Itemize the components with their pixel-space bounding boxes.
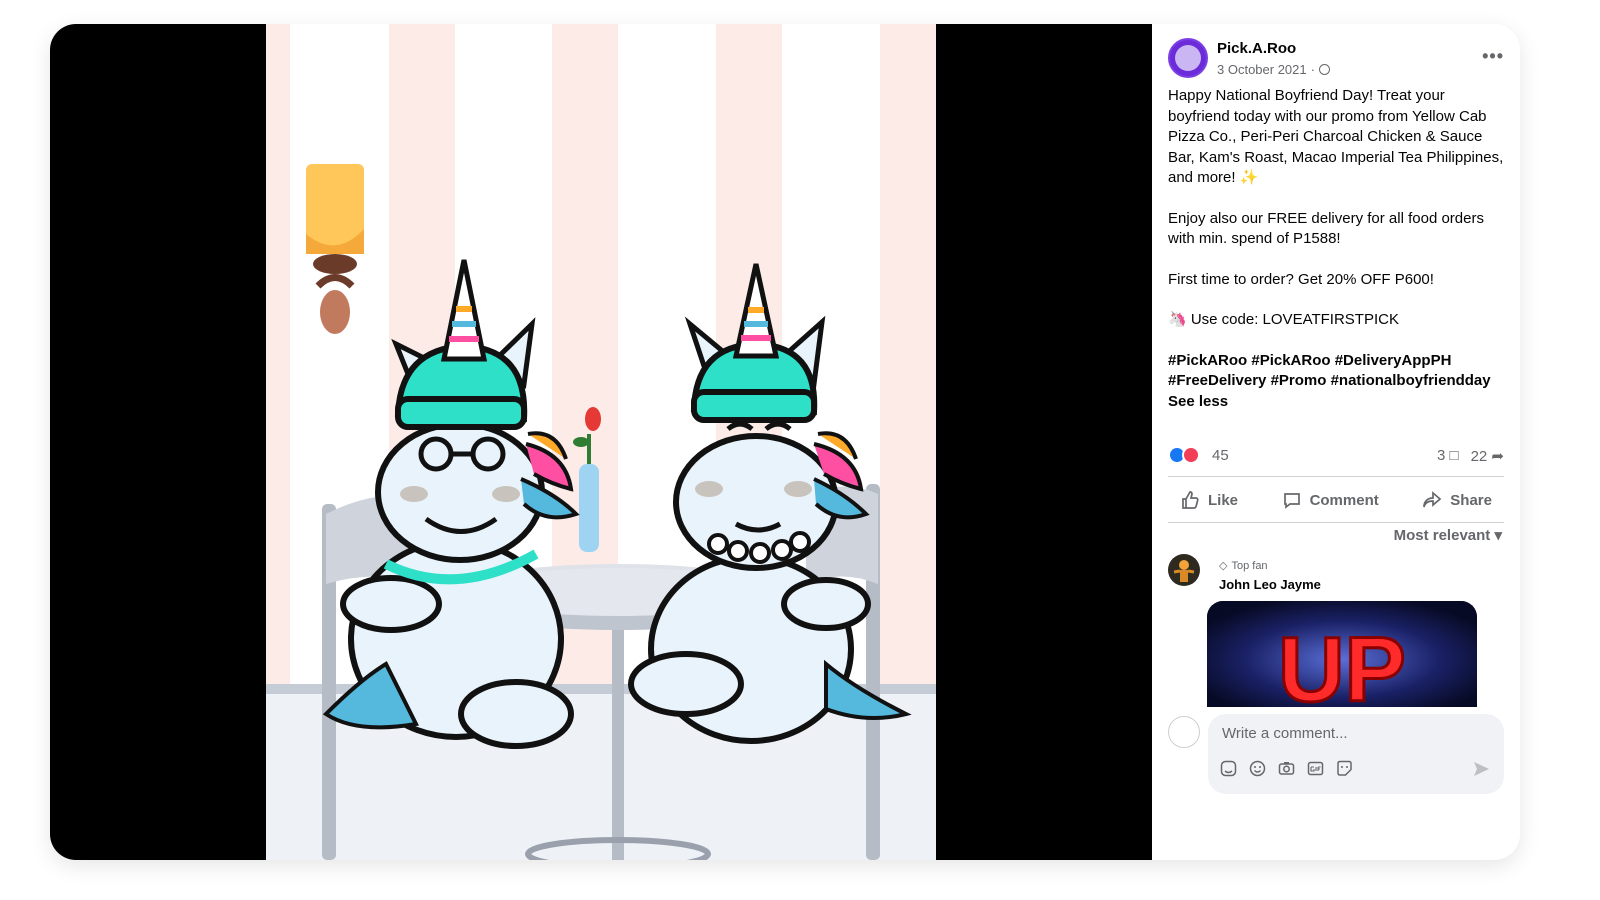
composer-tools	[1220, 760, 1353, 777]
top-fan-badge[interactable]: ◇ Top fan	[1219, 559, 1268, 573]
gif-text: UP	[1278, 619, 1406, 707]
post-paragraph: First time to order? Get 20% OFF P600!	[1168, 270, 1434, 288]
commenter-name[interactable]: John Leo Jayme	[1219, 577, 1321, 592]
share-label: Share	[1450, 491, 1492, 509]
comment-bubble-icon: □	[1449, 447, 1459, 464]
avatar-sticker-icon[interactable]	[1220, 760, 1237, 777]
caret-down-icon: ▾	[1494, 527, 1502, 544]
top-fan-label: Top fan	[1231, 559, 1268, 572]
diamond-icon: ◇	[1219, 560, 1228, 572]
comment-count-value: 3	[1436, 447, 1446, 464]
hashtag-line[interactable]: #PickARoo #PickARoo #DeliveryAppPH	[1168, 351, 1508, 372]
comment-label: Comment	[1309, 491, 1379, 509]
post-paragraph: 🦄 Use code: LOVEATFIRSTPICK	[1168, 311, 1399, 328]
comment-composer	[1168, 714, 1504, 804]
post-date-link[interactable]: 3 October 2021	[1217, 62, 1307, 77]
avatar-mascot-icon	[1175, 45, 1201, 71]
page-avatar[interactable]	[1168, 38, 1208, 78]
comment-input[interactable]	[1220, 724, 1484, 743]
hashtag-line[interactable]: #FreeDelivery #Promo #nationalboyfriendd…	[1168, 371, 1508, 392]
comment-count[interactable]: 3 □	[1437, 447, 1459, 465]
page-name-link[interactable]: Pick.A.Roo	[1217, 40, 1296, 57]
post-actions: Like Comment Share	[1168, 482, 1504, 518]
post-paragraph: Enjoy also our FREE delivery for all foo…	[1168, 209, 1484, 248]
post-text: Happy National Boyfriend Day! Treat your…	[1168, 86, 1508, 412]
more-options-icon[interactable]: •••	[1482, 46, 1504, 67]
share-count[interactable]: 22 ➦	[1471, 447, 1504, 465]
globe-icon	[1318, 64, 1330, 75]
comment-sort-dropdown[interactable]: Most relevant ▾	[1394, 526, 1502, 544]
emoji-icon[interactable]	[1249, 760, 1266, 777]
post-meta: 3 October 2021 ·	[1217, 62, 1330, 77]
gif-icon[interactable]	[1307, 760, 1324, 777]
thumbs-up-icon	[1182, 491, 1199, 509]
comment-gif[interactable]: UP	[1207, 601, 1477, 707]
commenter-avatar[interactable]	[1168, 554, 1200, 586]
person-silhouette-icon	[1173, 560, 1195, 582]
post-paragraph: Happy National Boyfriend Day! Treat your…	[1168, 87, 1504, 186]
share-icon	[1423, 491, 1442, 508]
reaction-count[interactable]: 45	[1212, 447, 1229, 464]
camera-icon[interactable]	[1278, 760, 1295, 777]
sticker-icon[interactable]	[1336, 760, 1353, 777]
share-button[interactable]: Share	[1410, 484, 1504, 516]
gif-image: UP	[1207, 601, 1477, 707]
share-arrow-icon: ➦	[1491, 448, 1504, 465]
see-less-link[interactable]: See less	[1168, 392, 1508, 413]
like-button[interactable]: Like	[1168, 484, 1250, 516]
post-details-panel: Pick.A.Roo 3 October 2021 · ••• Happy Na…	[1152, 24, 1520, 860]
post-image-unicorns[interactable]	[266, 24, 936, 860]
comment-item: ◇ Top fan John Leo Jayme UP	[1168, 554, 1504, 714]
like-label: Like	[1208, 491, 1239, 509]
engagement-counts: 3 □ 22 ➦	[1437, 447, 1504, 465]
composer-avatar[interactable]	[1168, 716, 1200, 748]
comment-box	[1208, 714, 1504, 794]
sort-label: Most relevant	[1393, 527, 1491, 544]
divider	[1168, 476, 1504, 477]
send-icon[interactable]	[1472, 760, 1490, 783]
post-media	[50, 24, 1152, 860]
meta-separator: ·	[1310, 62, 1315, 77]
post-dialog: Pick.A.Roo 3 October 2021 · ••• Happy Na…	[50, 24, 1520, 860]
comment-icon	[1283, 493, 1300, 509]
comment-button[interactable]: Comment	[1270, 484, 1391, 516]
love-reaction-icon[interactable]	[1182, 446, 1200, 464]
post-header: Pick.A.Roo 3 October 2021 · •••	[1168, 38, 1504, 86]
share-count-value: 22	[1470, 448, 1488, 465]
reactions-bar: 45 3 □ 22 ➦	[1168, 444, 1504, 468]
hashtags: #PickARoo #PickARoo #DeliveryAppPH #Free…	[1168, 351, 1508, 413]
divider	[1168, 522, 1504, 523]
